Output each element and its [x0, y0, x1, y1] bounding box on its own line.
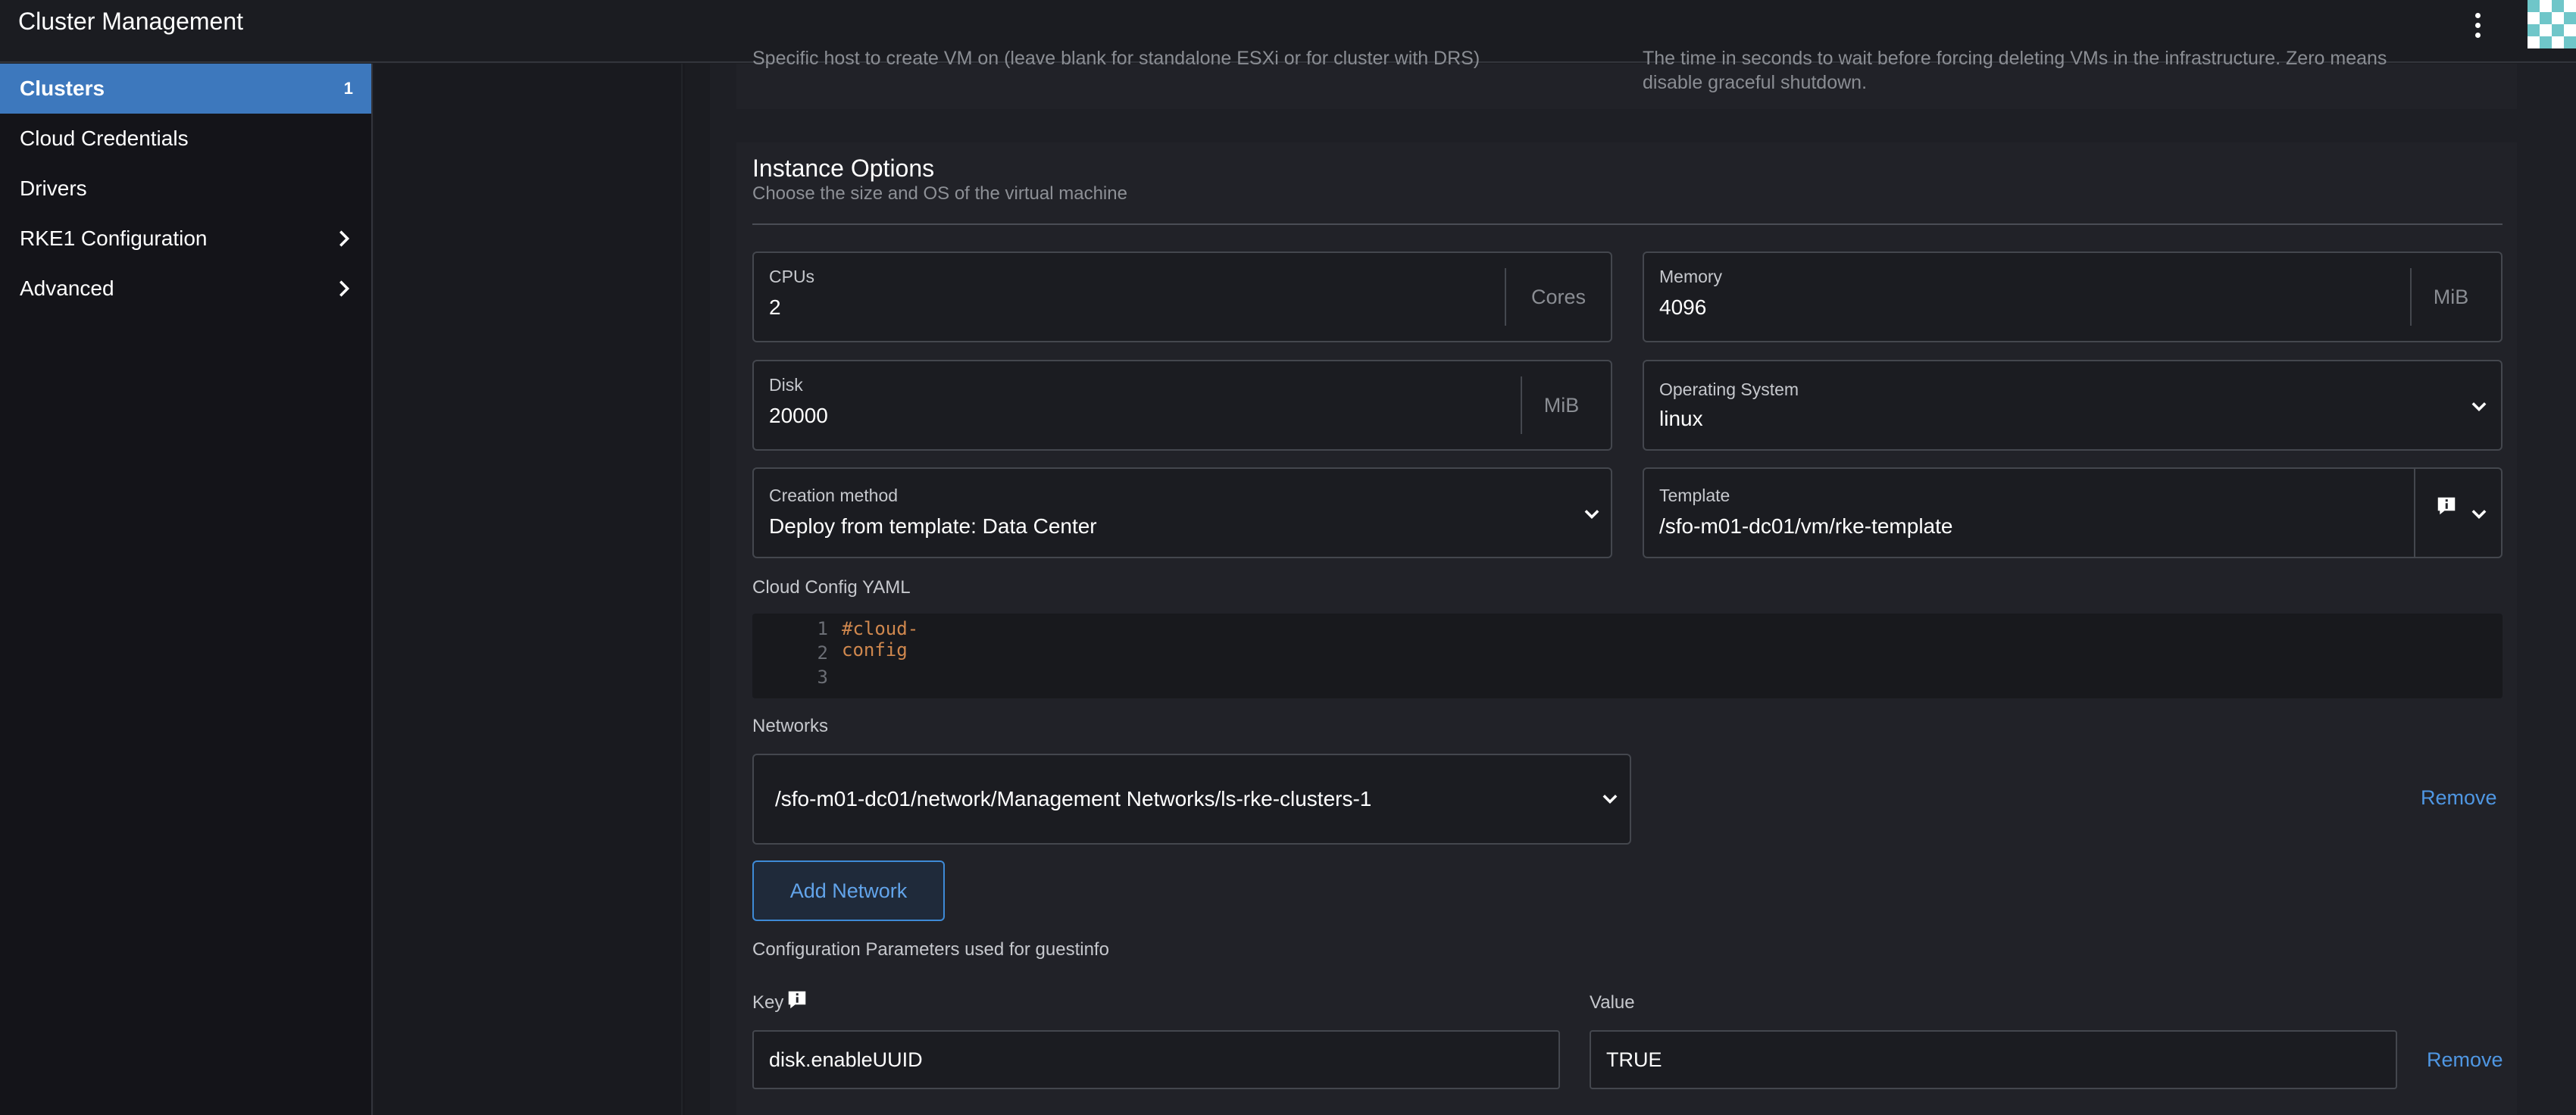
chevron-down-icon [2471, 402, 2487, 411]
operating-system-label: Operating System [1659, 379, 1799, 399]
sidebar: Clusters 1 Cloud Credentials Drivers RKE… [0, 64, 373, 1115]
chevron-right-icon [339, 230, 350, 247]
code-line: 2 [752, 642, 980, 667]
cpus-value: 2 [769, 295, 781, 319]
avatar[interactable] [2528, 0, 2576, 48]
previous-section-card [736, 64, 2517, 109]
cloud-config-label: Cloud Config YAML [752, 577, 911, 598]
cpus-unit: Cores [1505, 268, 1611, 326]
creation-method-label: Creation method [769, 486, 899, 505]
line-number: 3 [817, 667, 828, 688]
chevron-right-icon [339, 280, 350, 297]
disk-unit: MiB [1521, 376, 1601, 434]
operating-system-select[interactable]: Operating System linux [1643, 360, 2503, 451]
remove-parameter-link[interactable]: Remove [2427, 1048, 2503, 1072]
info-icon[interactable] [786, 989, 808, 1011]
add-network-button[interactable]: Add Network [752, 860, 945, 921]
memory-label: Memory [1659, 267, 1723, 286]
cloud-config-editor[interactable]: 1 #cloud-config 2 3 [752, 614, 2503, 698]
guestinfo-label: Configuration Parameters used for guesti… [752, 939, 1109, 960]
networks-label: Networks [752, 716, 829, 736]
creation-method-select[interactable]: Creation method Deploy from template: Da… [752, 467, 1612, 558]
sidebar-item-label: Cloud Credentials [20, 126, 189, 150]
graceful-shutdown-help-line-1: The time in seconds to wait before forci… [1643, 48, 2387, 69]
count-badge: 1 [343, 79, 353, 98]
memory-value: 4096 [1659, 295, 1707, 319]
app-title: Cluster Management [18, 8, 244, 35]
network-value: /sfo-m01-dc01/network/Management Network… [775, 787, 1372, 810]
code-line: 3 [752, 667, 980, 691]
host-help-text: Specific host to create VM on (leave bla… [752, 48, 1480, 69]
operating-system-value: linux [1659, 407, 1703, 430]
disk-value: 20000 [769, 404, 828, 427]
chevron-down-icon [1602, 795, 1618, 804]
main-area [374, 64, 2576, 1115]
memory-unit: MiB [2410, 268, 2490, 326]
creation-method-value: Deploy from template: Data Center [769, 514, 1097, 538]
template-select[interactable]: Template /sfo-m01-dc01/vm/rke-template [1643, 467, 2503, 558]
graceful-shutdown-help-line-2: disable graceful shutdown. [1643, 72, 1868, 93]
sidebar-item-advanced[interactable]: Advanced [0, 264, 371, 314]
section-subtitle: Choose the size and OS of the virtual ma… [752, 183, 1127, 204]
code-line: 1 #cloud-config [752, 618, 980, 661]
key-column-label: Key [752, 992, 784, 1013]
chevron-down-icon [2471, 510, 2487, 519]
disk-label: Disk [769, 375, 803, 395]
disk-field[interactable]: Disk 20000 MiB [752, 360, 1612, 451]
sidebar-item-label: Drivers [20, 176, 87, 200]
sidebar-item-label: Advanced [20, 276, 114, 300]
network-select[interactable]: /sfo-m01-dc01/network/Management Network… [752, 754, 1631, 845]
sidebar-item-drivers[interactable]: Drivers [0, 164, 371, 214]
memory-field[interactable]: Memory 4096 MiB [1643, 251, 2503, 342]
sidebar-item-cloud-credentials[interactable]: Cloud Credentials [0, 114, 371, 164]
template-label: Template [1659, 486, 1730, 505]
sidebar-item-label: RKE1 Configuration [20, 226, 208, 250]
info-icon[interactable] [2435, 495, 2458, 517]
remove-network-link[interactable]: Remove [2421, 786, 2497, 810]
value-column-label: Value [1590, 992, 1635, 1013]
sidebar-item-clusters[interactable]: Clusters 1 [0, 64, 371, 114]
section-title: Instance Options [752, 155, 935, 182]
sidebar-item-label: Clusters [20, 77, 105, 100]
cpus-field[interactable]: CPUs 2 Cores [752, 251, 1612, 342]
line-number: 1 [817, 618, 828, 639]
template-value: /sfo-m01-dc01/vm/rke-template [1659, 514, 1953, 538]
more-options-icon[interactable] [2462, 6, 2493, 44]
line-number: 2 [817, 642, 828, 664]
sidebar-item-rke1-configuration[interactable]: RKE1 Configuration [0, 214, 371, 264]
chevron-down-icon [1584, 510, 1599, 519]
guestinfo-value-input[interactable]: TRUE [1590, 1030, 2397, 1089]
cpus-label: CPUs [769, 267, 815, 286]
guestinfo-key-input[interactable]: disk.enableUUID [752, 1030, 1560, 1089]
